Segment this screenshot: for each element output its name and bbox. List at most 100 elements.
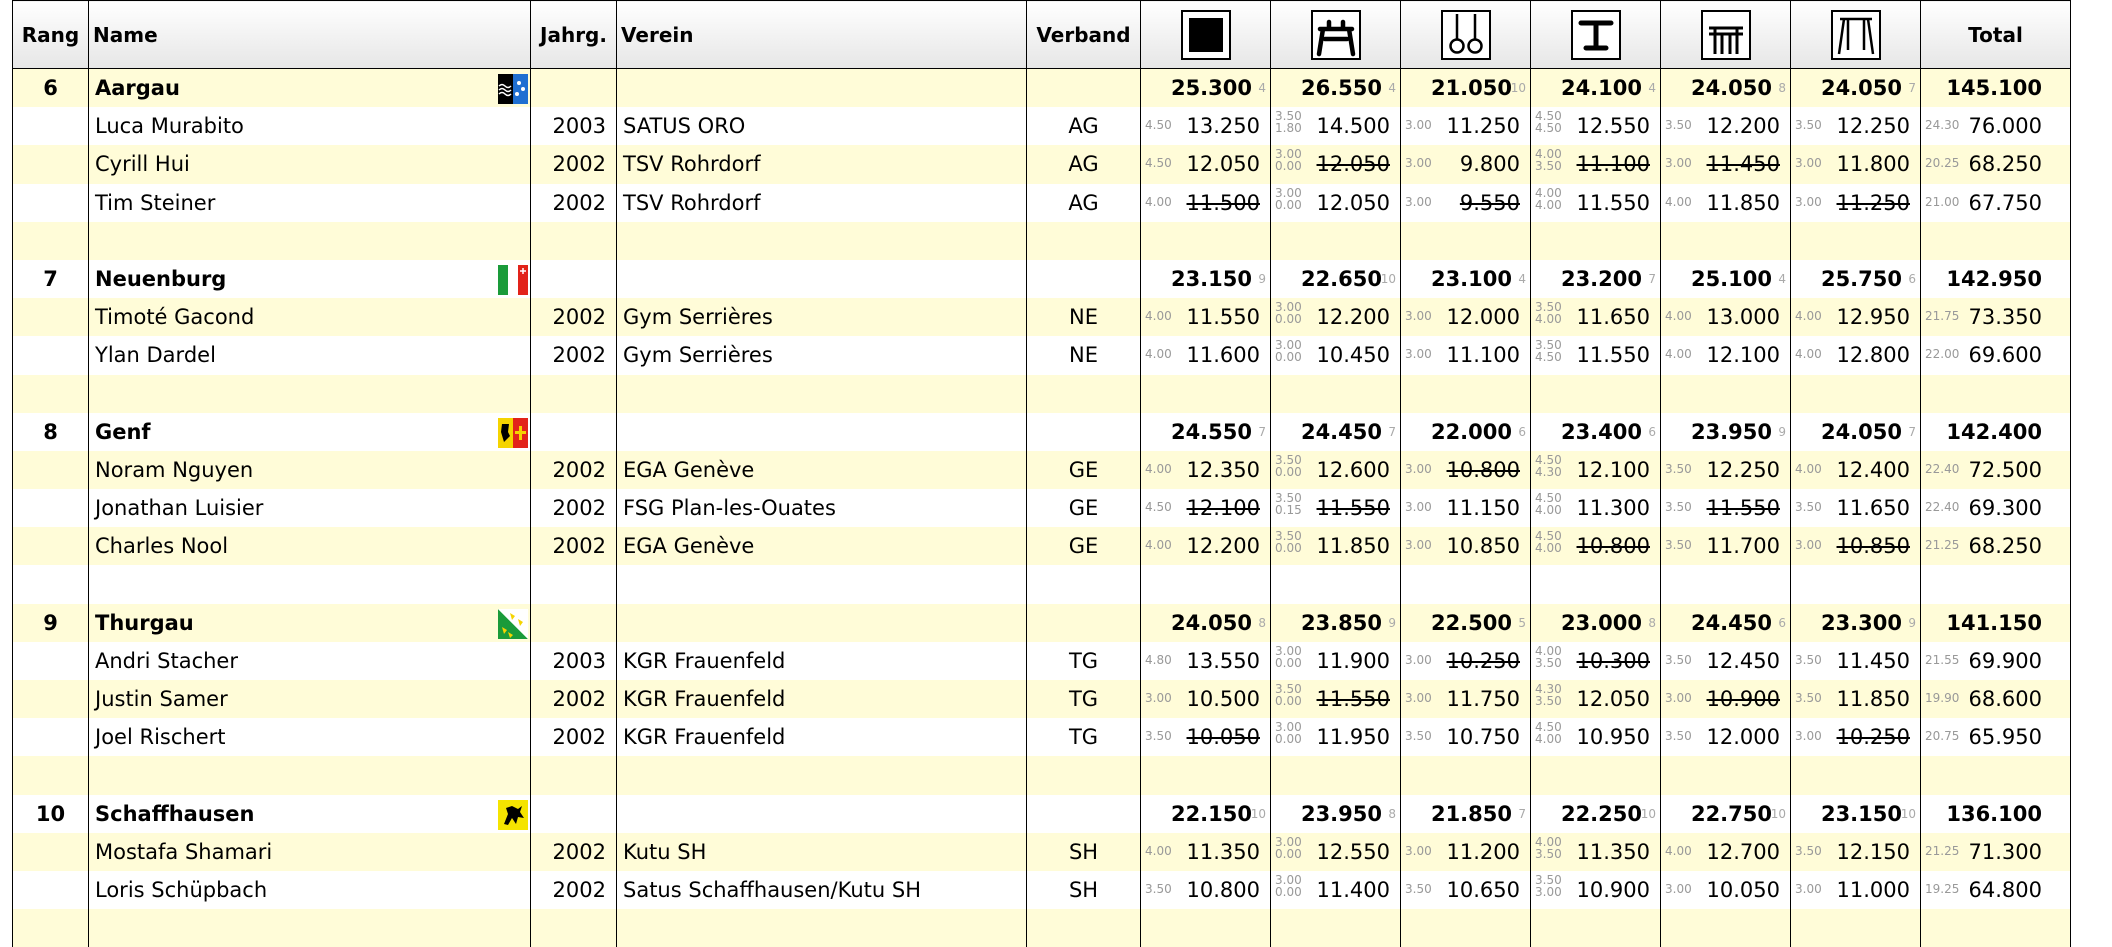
team-score: 24.050 [1821,76,1902,100]
col-header-name[interactable]: Name [89,1,531,69]
col-header-high-bar[interactable] [1791,1,1921,69]
difficulty-value: 4.00 [1145,309,1172,323]
athlete-row[interactable]: Noram Nguyen2002EGA GenèveGE4.0012.3503.… [13,451,2071,489]
athlete-name-cell[interactable]: Ylan Dardel [89,336,531,374]
team-score: 22.000 [1431,420,1512,444]
difficulty-2: 0.00 [1275,541,1302,555]
dropped-score: 10.250 [1447,649,1520,673]
difficulty-2: 4.50 [1535,350,1562,364]
athlete-row[interactable]: Loris Schüpbach2002Satus Schaffhausen/Ku… [13,871,2071,909]
fed-cell [1027,413,1141,451]
score: 10.050 [1707,878,1780,902]
col-header-fed[interactable]: Verband [1027,1,1141,69]
athlete-row[interactable]: Justin Samer2002KGR FrauenfeldTG3.0010.5… [13,680,2071,718]
apparatus-score-cell: 3.000.0012.050 [1271,145,1401,183]
team-name-cell[interactable]: Thurgau [89,604,531,642]
score: 12.250 [1707,458,1780,482]
year-cell [531,795,617,833]
empty-cell [1141,565,1271,603]
team-row[interactable]: 7Neuenburg23.150922.6501023.100423.20072… [13,260,2071,298]
schaffhausen-flag [498,800,528,830]
athlete-name-cell[interactable]: Timoté Gacond [89,298,531,336]
athlete-total-cell: 22.4069.300 [1921,489,2071,527]
col-header-year[interactable]: Jahrg. [531,1,617,69]
team-name-cell[interactable]: Genf [89,413,531,451]
rank-cell [13,718,89,756]
difficulty-2: 3.00 [1535,885,1562,899]
difficulty-total: 21.25 [1925,538,1959,552]
score: 13.250 [1187,114,1260,138]
empty-cell [1921,565,2071,603]
difficulty-value: 3.50 [1795,844,1822,858]
team-row[interactable]: 9Thurgau24.050823.850922.500523.000824.4… [13,604,2071,642]
empty-cell [13,222,89,260]
team-row[interactable]: 8Genf24.550724.450722.000623.400623.9509… [13,413,2071,451]
difficulty-values: 4.003.50 [1535,645,1562,669]
difficulty-value: 3.00 [1665,691,1692,705]
apparatus-rank: 9 [1258,272,1266,286]
col-header-total[interactable]: Total [1921,1,2071,69]
athlete-total-cell: 21.5569.900 [1921,642,2071,680]
apparatus-rank: 10 [1251,807,1266,821]
difficulty-values: 3.000.00 [1275,721,1302,745]
fed-cell [1027,260,1141,298]
athlete-row[interactable]: Timoté Gacond2002Gym SerrièresNE4.0011.5… [13,298,2071,336]
difficulty-value: 3.50 [1405,729,1432,743]
athlete-name-cell[interactable]: Tim Steiner [89,184,531,222]
apparatus-rank: 4 [1518,272,1526,286]
difficulty-values: 4.303.50 [1535,683,1562,707]
fed-cell: SH [1027,871,1141,909]
team-apparatus-score: 22.0006 [1401,413,1531,451]
team-name-cell[interactable]: Schaffhausen [89,795,531,833]
athlete-row[interactable]: Tim Steiner2002TSV RohrdorfAG4.0011.5003… [13,184,2071,222]
apparatus-score-cell: 4.8013.550 [1141,642,1271,680]
difficulty-values: 3.000.00 [1275,187,1302,211]
col-header-club[interactable]: Verein [617,1,1027,69]
athlete-row[interactable]: Jonathan Luisier2002FSG Plan-les-OuatesG… [13,489,2071,527]
athlete-name-cell[interactable]: Andri Stacher [89,642,531,680]
athlete-row[interactable]: Andri Stacher2003KGR FrauenfeldTG4.8013.… [13,642,2071,680]
rank-cell [13,489,89,527]
col-header-floor[interactable] [1141,1,1271,69]
empty-cell [1661,909,1791,947]
difficulty-value: 4.00 [1665,844,1692,858]
difficulty-value: 3.00 [1665,882,1692,896]
difficulty-2: 4.30 [1535,465,1562,479]
empty-cell [1531,565,1661,603]
athlete-name-cell[interactable]: Cyrill Hui [89,145,531,183]
athlete-name-cell[interactable]: Mostafa Shamari [89,833,531,871]
col-header-vault[interactable] [1531,1,1661,69]
team-row[interactable]: 10Schaffhausen22.1501023.950821.850722.2… [13,795,2071,833]
athlete-name-cell[interactable]: Noram Nguyen [89,451,531,489]
athlete-name-cell[interactable]: Jonathan Luisier [89,489,531,527]
difficulty-value: 3.00 [1405,309,1432,323]
athlete-row[interactable]: Joel Rischert2002KGR FrauenfeldTG3.5010.… [13,718,2071,756]
empty-cell [1401,222,1531,260]
empty-cell [1791,375,1921,413]
athlete-name-cell[interactable]: Loris Schüpbach [89,871,531,909]
athlete-row[interactable]: Ylan Dardel2002Gym SerrièresNE4.0011.600… [13,336,2071,374]
athlete-row[interactable]: Luca Murabito2003SATUS OROAG4.5013.2503.… [13,107,2071,145]
team-name-cell[interactable]: Neuenburg [89,260,531,298]
athlete-name-cell[interactable]: Charles Nool [89,527,531,565]
col-header-rings[interactable] [1401,1,1531,69]
athlete-row[interactable]: Mostafa Shamari2002Kutu SHSH4.0011.3503.… [13,833,2071,871]
difficulty-values: 3.000.00 [1275,645,1302,669]
apparatus-score-cell: 3.0010.250 [1791,718,1921,756]
team-name-cell[interactable]: Aargau [89,69,531,108]
athlete-row[interactable]: Charles Nool2002EGA GenèveGE4.0012.2003.… [13,527,2071,565]
col-header-pommel-horse[interactable] [1271,1,1401,69]
difficulty-values: 3.500.00 [1275,454,1302,478]
apparatus-score-cell: 3.500.1511.550 [1271,489,1401,527]
score: 11.650 [1577,305,1650,329]
team-score: 23.950 [1301,802,1382,826]
col-header-parallel-bars[interactable] [1661,1,1791,69]
athlete-row[interactable]: Cyrill Hui2002TSV RohrdorfAG4.5012.0503.… [13,145,2071,183]
col-header-rank[interactable]: Rang [13,1,89,69]
athlete-name-cell[interactable]: Luca Murabito [89,107,531,145]
athlete-name-cell[interactable]: Joel Rischert [89,718,531,756]
difficulty-value: 3.00 [1405,462,1432,476]
athlete-name-cell[interactable]: Justin Samer [89,680,531,718]
empty-cell [1661,222,1791,260]
team-row[interactable]: 6Aargau25.300426.550421.0501024.100424.0… [13,69,2071,108]
